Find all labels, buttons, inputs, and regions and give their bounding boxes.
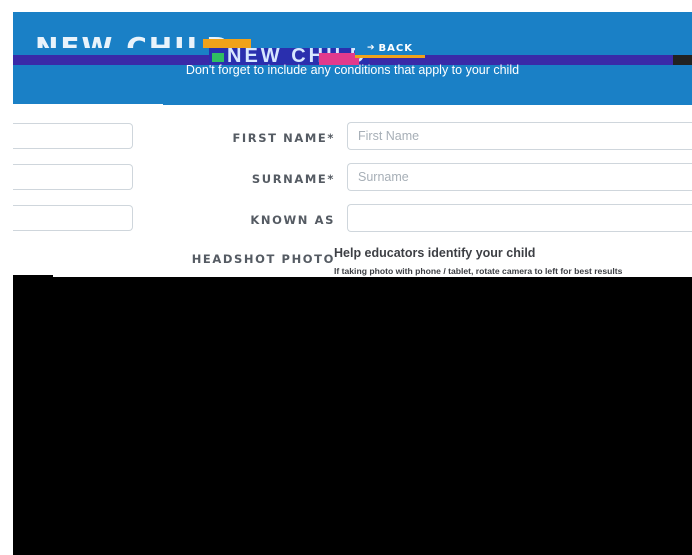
- first-name-label: FIRST NAME*: [232, 131, 335, 145]
- headshot-hint: If taking photo with phone / tablet, rot…: [334, 266, 623, 276]
- back-button[interactable]: ➔ BACK: [355, 41, 425, 58]
- arrow-left-icon: ➔: [367, 43, 376, 53]
- known-as-label: KNOWN AS: [250, 213, 335, 227]
- header-banner: NEW CHILD NEW CHILD ➔ BACK Don't forget …: [13, 12, 692, 105]
- first-name-input[interactable]: [347, 122, 692, 150]
- headshot-heading: Help educators identify your child: [334, 246, 536, 260]
- surname-input[interactable]: [347, 163, 692, 191]
- render-glitch: [203, 39, 251, 48]
- banner-divider: [13, 104, 163, 106]
- left-column-input[interactable]: [13, 123, 133, 149]
- occluded-region: [13, 277, 692, 555]
- known-as-input[interactable]: [347, 204, 692, 232]
- page-edge: [0, 0, 13, 555]
- left-column-input[interactable]: [13, 164, 133, 190]
- page-subtitle: Don't forget to include any conditions t…: [185, 63, 520, 77]
- surname-label: SURNAME*: [251, 172, 335, 186]
- headshot-photo-label: HEADSHOT PHOTO: [191, 252, 335, 266]
- left-column-input[interactable]: [13, 205, 133, 231]
- back-button-label: BACK: [378, 42, 413, 54]
- render-glitch: [212, 53, 224, 62]
